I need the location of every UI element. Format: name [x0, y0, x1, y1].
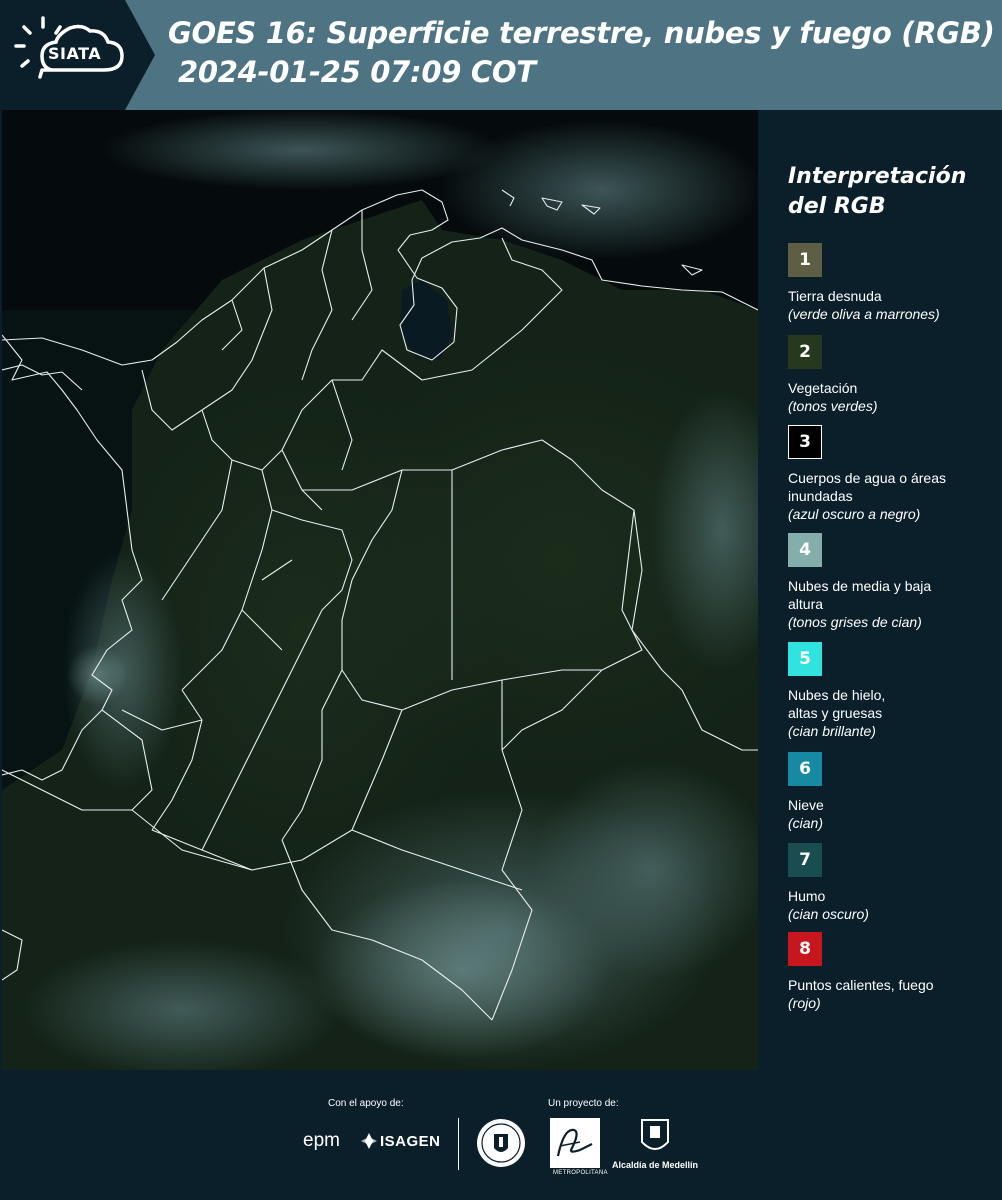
legend-item-fire: 8 Puntos calientes, fuego (rojo) [788, 932, 998, 1012]
footer: Con el apoyo de: Un proyecto de: epm ISA… [0, 1070, 1002, 1200]
isagen-logo: ISAGEN [380, 1133, 441, 1150]
siata-logo-text: SIATA [48, 44, 102, 63]
timestamp: 2024-01-25 07:09 COT [178, 55, 536, 89]
legend-sub-3: (azul oscuro a negro) [788, 506, 921, 522]
area-script-icon [556, 1128, 593, 1157]
support-caption: Con el apoyo de: [328, 1098, 404, 1109]
page-title: GOES 16: Superficie terrestre, nubes y f… [168, 16, 995, 50]
satellite-image [2, 110, 758, 1070]
legend-label-2: Vegetación [788, 380, 858, 396]
legend-swatch-5: 5 [788, 642, 822, 676]
legend-item-snow: 6 Nieve (cian) [788, 752, 998, 832]
legend-label-5: Nubes de hielo, altas y gruesas [788, 687, 886, 721]
isagen-icon [361, 1133, 377, 1149]
project-caption: Un proyecto de: [548, 1098, 619, 1109]
university-seal-icon [477, 1119, 525, 1167]
legend-swatch-7: 7 [788, 843, 822, 877]
legend-label-4: Nubes de media y baja altura [788, 578, 932, 612]
legend-panel: Interpretación del RGB 1 Tierra desnuda … [760, 110, 1002, 1070]
footer-divider [458, 1118, 459, 1170]
legend-title: Interpretación del RGB [788, 164, 967, 219]
legend-swatch-8: 8 [788, 932, 822, 966]
epm-logo: epm [303, 1130, 340, 1151]
legend-item-smoke: 7 Humo (cian oscuro) [788, 843, 998, 923]
satellite-map[interactable] [2, 110, 758, 1070]
legend-swatch-3: 3 [788, 425, 822, 459]
legend-item-bare-land: 1 Tierra desnuda (verde oliva a marrones… [788, 243, 998, 323]
medellin-shield-icon [641, 1119, 669, 1150]
legend-label-1: Tierra desnuda [788, 288, 882, 304]
legend-label-6: Nieve [788, 797, 824, 813]
legend-swatch-4: 4 [788, 533, 822, 567]
siata-logo-panel: SIATA [0, 0, 160, 110]
legend-sub-2: (tonos verdes) [788, 398, 878, 414]
legend-sub-8: (rojo) [788, 995, 821, 1011]
legend-item-ice-clouds: 5 Nubes de hielo, altas y gruesas (cian … [788, 642, 998, 740]
legend-sub-1: (verde oliva a marrones) [788, 306, 940, 322]
legend-label-8: Puntos calientes, fuego [788, 977, 934, 993]
legend-sub-4: (tonos grises de cian) [788, 614, 922, 630]
area-metropolitana-text: METROPOLITANA [553, 1170, 608, 1176]
legend-sub-5: (cian brillante) [788, 723, 876, 739]
legend-label-7: Humo [788, 888, 826, 904]
legend-label-3: Cuerpos de agua o áreas inundadas [788, 470, 946, 504]
header-bar: SIATA GOES 16: Superficie terrestre, nub… [0, 0, 1002, 110]
legend-swatch-6: 6 [788, 752, 822, 786]
medellin-logo-text: Alcaldía de Medellín [612, 1160, 699, 1170]
legend-item-vegetation: 2 Vegetación (tonos verdes) [788, 335, 998, 415]
legend-item-low-clouds: 4 Nubes de media y baja altura (tonos gr… [788, 533, 998, 631]
legend-sub-7: (cian oscuro) [788, 906, 869, 922]
legend-swatch-2: 2 [788, 335, 822, 369]
area-metropolitana-logo [550, 1118, 600, 1168]
legend-item-water: 3 Cuerpos de agua o áreas inundadas (azu… [788, 425, 998, 523]
legend-sub-6: (cian) [788, 815, 824, 831]
legend-swatch-1: 1 [788, 243, 822, 277]
